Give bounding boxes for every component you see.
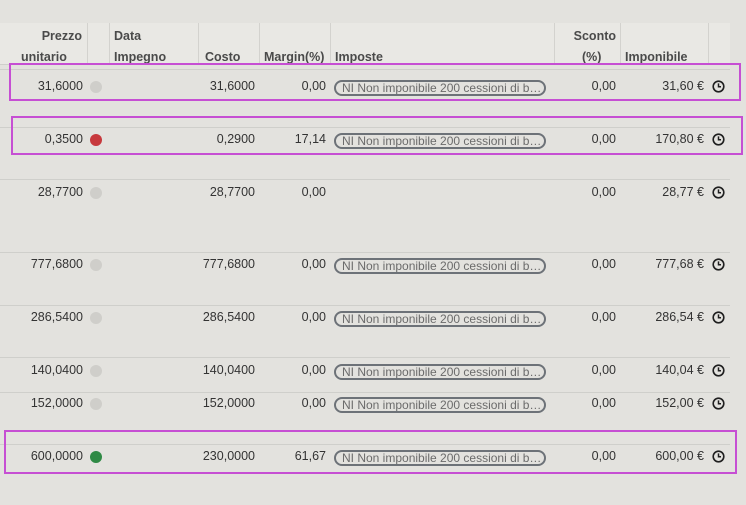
clock-icon[interactable]: [712, 80, 725, 93]
margin-cell: 0,00: [301, 185, 326, 199]
prezzo-unitario-cell: 600,0000: [30, 449, 83, 463]
sconto-cell: 0,00: [591, 310, 616, 324]
col-header-data-impegno[interactable]: Data Impegno: [110, 23, 199, 64]
clock-icon[interactable]: [712, 186, 725, 199]
imponibile-cell: 152,00 €: [655, 396, 704, 410]
imposte-tag[interactable]: NI Non imponibile 200 cessioni di b…: [334, 80, 546, 96]
status-dot-grey: [90, 81, 102, 93]
col-header-sconto[interactable]: Sconto (%): [555, 23, 621, 64]
sconto-cell: 0,00: [591, 132, 616, 146]
imposte-tag[interactable]: NI Non imponibile 200 cessioni di b…: [334, 258, 546, 274]
table-row[interactable]: [0, 252, 730, 253]
status-dot-green: [90, 451, 102, 463]
costo-cell: 777,6800: [202, 257, 255, 271]
col-header-imposte[interactable]: Imposte: [331, 23, 555, 64]
status-dot-grey: [90, 398, 102, 410]
prezzo-unitario-cell: 140,0400: [30, 363, 83, 377]
col-header-costo[interactable]: Costo: [199, 23, 260, 64]
clock-icon[interactable]: [712, 450, 725, 463]
sconto-cell: 0,00: [591, 79, 616, 93]
sconto-cell: 0,00: [591, 363, 616, 377]
sconto-cell: 0,00: [591, 257, 616, 271]
costo-cell: 152,0000: [202, 396, 255, 410]
prezzo-unitario-cell: 31,6000: [37, 79, 83, 93]
imposte-tag[interactable]: NI Non imponibile 200 cessioni di b…: [334, 397, 546, 413]
margin-cell: 0,00: [301, 257, 326, 271]
table-row[interactable]: [0, 392, 730, 393]
costo-cell: 140,0400: [202, 363, 255, 377]
col-header-actions: [709, 23, 730, 64]
clock-icon[interactable]: [712, 397, 725, 410]
table-row[interactable]: [0, 357, 730, 358]
prezzo-unitario-cell: 152,0000: [30, 396, 83, 410]
col-header-prezzo[interactable]: Prezzo unitario: [0, 23, 88, 64]
clock-icon[interactable]: [712, 258, 725, 271]
imponibile-cell: 28,77 €: [662, 185, 704, 199]
costo-cell: 0,2900: [216, 132, 255, 146]
margin-cell: 0,00: [301, 363, 326, 377]
sconto-cell: 0,00: [591, 185, 616, 199]
prezzo-unitario-cell: 0,3500: [44, 132, 83, 146]
costo-cell: 286,5400: [202, 310, 255, 324]
imponibile-cell: 777,68 €: [655, 257, 704, 271]
costo-cell: 230,0000: [202, 449, 255, 463]
clock-icon[interactable]: [712, 364, 725, 377]
imposte-tag[interactable]: NI Non imponibile 200 cessioni di b…: [334, 311, 546, 327]
table-row[interactable]: [0, 179, 730, 180]
sconto-cell: 0,00: [591, 396, 616, 410]
col-header-status: [88, 23, 110, 64]
clock-icon[interactable]: [712, 133, 725, 146]
imponibile-cell: 600,00 €: [655, 449, 704, 463]
imposte-tag[interactable]: NI Non imponibile 200 cessioni di b…: [334, 133, 546, 149]
prezzo-unitario-cell: 777,6800: [30, 257, 83, 271]
margin-cell: 0,00: [301, 396, 326, 410]
imponibile-cell: 286,54 €: [655, 310, 704, 324]
status-dot-grey: [90, 259, 102, 271]
prezzo-unitario-cell: 28,7700: [37, 185, 83, 199]
status-dot-grey: [90, 187, 102, 199]
table-row[interactable]: [0, 305, 730, 306]
clock-icon[interactable]: [712, 311, 725, 324]
status-dot-grey: [90, 312, 102, 324]
status-dot-grey: [90, 365, 102, 377]
imponibile-cell: 31,60 €: [662, 79, 704, 93]
status-dot-red: [90, 134, 102, 146]
margin-cell: 61,67: [294, 449, 326, 463]
imposte-tag[interactable]: NI Non imponibile 200 cessioni di b…: [334, 450, 546, 466]
margin-cell: 17,14: [294, 132, 326, 146]
imponibile-cell: 140,04 €: [655, 363, 704, 377]
imponibile-cell: 170,80 €: [655, 132, 704, 146]
col-header-imponibile[interactable]: Imponibile: [621, 23, 709, 64]
sconto-cell: 0,00: [591, 449, 616, 463]
imposte-tag[interactable]: NI Non imponibile 200 cessioni di b…: [334, 364, 546, 380]
prezzo-unitario-cell: 286,5400: [30, 310, 83, 324]
costo-cell: 28,7700: [209, 185, 255, 199]
margin-cell: 0,00: [301, 79, 326, 93]
margin-cell: 0,00: [301, 310, 326, 324]
table-header: Prezzo unitario Data Impegno Costo Margi…: [0, 23, 730, 65]
costo-cell: 31,6000: [209, 79, 255, 93]
col-header-margin[interactable]: Margin(%): [260, 23, 331, 64]
